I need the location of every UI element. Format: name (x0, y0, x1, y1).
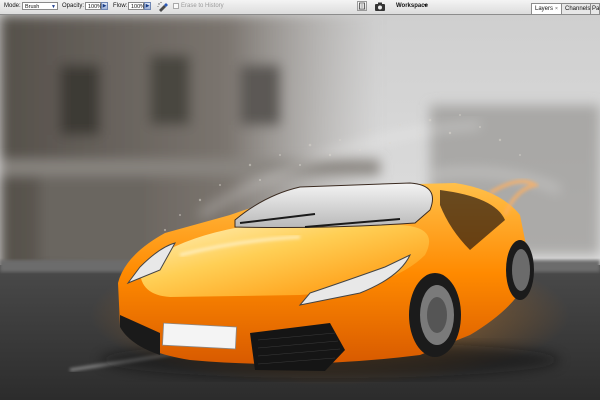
opacity-input[interactable]: 100% (85, 2, 103, 10)
opacity-slider-toggle[interactable]: ▶ (101, 2, 108, 10)
flow-value: 100% (131, 4, 146, 10)
opacity-label: Opacity: (62, 3, 85, 9)
car-photo (0, 15, 600, 400)
flow-label: Flow: (113, 3, 128, 9)
camera-icon[interactable] (374, 1, 386, 12)
document-canvas[interactable] (0, 15, 600, 400)
mode-value: Brush (25, 4, 40, 10)
airbrush-icon[interactable] (157, 1, 169, 12)
tab-layers[interactable]: Layers × (531, 3, 562, 14)
close-icon[interactable]: × (555, 6, 558, 12)
tab-channels-label: Channels (565, 6, 591, 12)
tab-paths[interactable]: Pa (590, 3, 600, 14)
erase-to-history-checkbox[interactable] (173, 3, 179, 9)
mode-select[interactable]: Brush ▼ (22, 2, 58, 10)
brushes-palette-icon[interactable] (357, 1, 367, 11)
tab-paths-label: Pa (592, 6, 600, 12)
chevron-down-icon: ▼ (51, 4, 56, 10)
chevron-down-icon: ▼ (423, 3, 428, 9)
tab-layers-label: Layers (535, 6, 554, 12)
mode-label: Mode: (4, 3, 21, 9)
flow-input[interactable]: 100% (128, 2, 146, 10)
erase-to-history-label: Erase to History (181, 3, 224, 9)
options-bar: Mode: Brush ▼ Opacity: 100% ▶ Flow: 100%… (0, 0, 600, 15)
flow-slider-toggle[interactable]: ▶ (144, 2, 151, 10)
opacity-value: 100% (88, 4, 103, 10)
